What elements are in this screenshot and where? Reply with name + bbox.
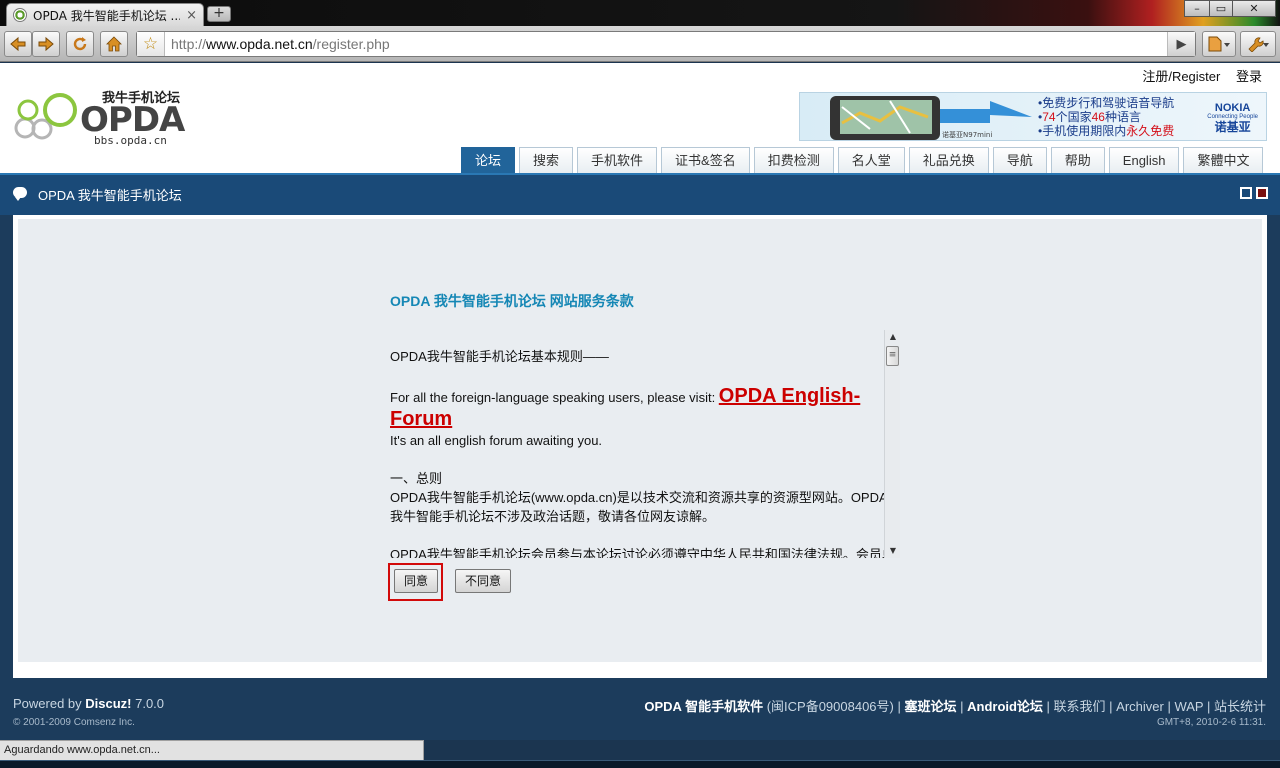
banner-line-1: 免费步行和驾驶语音导航 (1038, 96, 1174, 110)
tab-close-icon[interactable]: × (186, 8, 197, 23)
nav-tab-gifts[interactable]: 礼品兑换 (908, 147, 989, 173)
footer-stats-link[interactable]: 站长统计 (1214, 699, 1266, 714)
home-button[interactable] (100, 31, 128, 57)
terms-heading: OPDA我牛智能手机论坛基本规则—— (390, 349, 609, 364)
breadcrumb-bar: OPDA 我牛智能手机论坛 (0, 173, 1280, 215)
browser-toolbar: ☆ http://www.opda.net.cn/register.php ▶ (0, 26, 1280, 62)
footer-symbian-link[interactable]: 塞班论坛 (904, 699, 956, 714)
nokia-ad-banner[interactable]: 诺基亚N97mini 免费步行和驾驶语音导航 74个国家46种语言 手机使用期限… (799, 92, 1267, 141)
wrench-icon (1248, 37, 1269, 52)
nav-tab-english[interactable]: English (1108, 147, 1180, 173)
style-switch-red-icon[interactable] (1256, 187, 1268, 199)
register-panel: OPDA 我牛智能手机论坛 网站服务条款 OPDA我牛智能手机论坛基本规则—— … (18, 219, 1262, 662)
page-menu-button[interactable] (1202, 31, 1236, 57)
nav-tab-certificate[interactable]: 证书&签名 (661, 147, 750, 173)
footer-android-link[interactable]: Android论坛 (967, 699, 1043, 714)
breadcrumb[interactable]: OPDA 我牛智能手机论坛 (38, 185, 182, 204)
nav-tab-navigation[interactable]: 导航 (992, 147, 1047, 173)
terms-scrollbar[interactable]: ▲ ≡ ▼ (884, 330, 900, 558)
discuz-link[interactable]: Discuz! (85, 696, 131, 711)
section-1-title: 一、总则 (390, 471, 443, 486)
address-bar[interactable]: ☆ http://www.opda.net.cn/register.php ▶ (136, 31, 1196, 57)
main-content: OPDA 我牛智能手机论坛 网站服务条款 OPDA我牛智能手机论坛基本规则—— … (13, 215, 1267, 678)
banner-line-2: 74个国家46种语言 (1038, 110, 1174, 124)
terms-textarea[interactable]: OPDA我牛智能手机论坛基本规则—— For all the foreign-l… (390, 330, 900, 558)
maximize-button[interactable]: ▭ (1209, 0, 1233, 17)
site-favicon-icon (13, 8, 27, 22)
foreign-note: For all the foreign-language speaking us… (390, 385, 861, 430)
forward-icon (38, 36, 54, 52)
tab-title: OPDA 我牛智能手机论坛 ... (33, 8, 181, 23)
style-switch-light-icon[interactable] (1240, 187, 1252, 199)
banner-text: 免费步行和驾驶语音导航 74个国家46种语言 手机使用期限内永久免费 (1038, 96, 1174, 138)
forward-button[interactable] (32, 31, 60, 57)
nav-tab-help[interactable]: 帮助 (1050, 147, 1105, 173)
url-text[interactable]: http://www.opda.net.cn/register.php (165, 36, 390, 52)
bookmark-star-icon[interactable]: ☆ (137, 32, 165, 56)
go-icon[interactable]: ▶ (1167, 32, 1195, 56)
scroll-down-arrow-icon[interactable]: ▼ (885, 544, 901, 558)
nav-tab-hall-of-fame[interactable]: 名人堂 (837, 147, 905, 173)
close-window-button[interactable]: ✕ (1232, 0, 1276, 17)
new-tab-button[interactable]: + (207, 6, 231, 22)
nav-tab-fee-check[interactable]: 扣费检测 (753, 147, 834, 173)
footer-links: OPDA 智能手机软件 (闽ICP备09008406号) | 塞班论坛 | An… (644, 699, 1266, 714)
banner-device-label: 诺基亚N97mini (942, 130, 992, 139)
footer-wap-link[interactable]: WAP (1174, 699, 1203, 714)
minimize-button[interactable]: – (1184, 0, 1210, 17)
nav-tab-software[interactable]: 手机软件 (577, 147, 658, 173)
login-link[interactable]: 登录 (1236, 69, 1262, 84)
phone-map-image: 诺基亚N97mini (830, 96, 1032, 140)
home-icon (106, 36, 122, 52)
site-header: 注册/Register 登录 我牛手机论坛 OPDA bbs.opda.cn 诺… (0, 63, 1280, 173)
scroll-thumb[interactable]: ≡ (886, 346, 899, 366)
browser-tab[interactable]: OPDA 我牛智能手机论坛 ... × (6, 3, 204, 26)
opda-logo[interactable]: 我牛手机论坛 OPDA bbs.opda.cn (14, 88, 204, 150)
reload-button[interactable] (66, 31, 94, 57)
register-link[interactable]: 注册/Register (1142, 69, 1220, 84)
section-1-body: OPDA我牛智能手机论坛(www.opda.cn)是以技术交流和资源共享的资源型… (390, 490, 888, 524)
agree-button[interactable]: 同意 (394, 569, 438, 593)
nav-tab-forum[interactable]: 论坛 (461, 147, 516, 173)
site-footer: Powered by Discuz! 7.0.0 © 2001-2009 Com… (0, 687, 1280, 740)
back-icon (10, 36, 26, 52)
footer-software-link[interactable]: OPDA 智能手机软件 (644, 699, 763, 714)
terms-title: OPDA 我牛智能手机论坛 网站服务条款 (390, 293, 634, 309)
main-wrapper: OPDA 我牛智能手机论坛 网站服务条款 OPDA我牛智能手机论坛基本规则—— … (0, 215, 1280, 687)
reload-icon (73, 37, 87, 51)
speech-bubble-icon (13, 187, 27, 201)
footer-contact-link[interactable]: 联系我们 (1054, 699, 1106, 714)
back-button[interactable] (4, 31, 32, 57)
nokia-logo: NOKIA Connecting People 诺基亚 (1207, 102, 1258, 134)
banner-line-3: 手机使用期限内永久免费 (1038, 124, 1174, 138)
english-note: It's an all english forum awaiting you. (390, 433, 603, 448)
section-1-body-2: OPDA我牛智能手机论坛会员参与本论坛讨论必须遵守中华人民共和国法律法规。会员单… (390, 547, 900, 558)
main-nav: 论坛 搜索 手机软件 证书&签名 扣费检测 名人堂 礼品兑换 导航 帮助 Eng… (461, 147, 1264, 173)
powered-by: Powered by Discuz! 7.0.0 (13, 696, 165, 711)
scroll-up-arrow-icon[interactable]: ▲ (885, 330, 901, 344)
web-page: 注册/Register 登录 我牛手机论坛 OPDA bbs.opda.cn 诺… (0, 63, 1280, 740)
page-menu-icon (1208, 36, 1230, 52)
server-time: GMT+8, 2010-2-6 11:31. (1156, 717, 1266, 728)
logo-domain: bbs.opda.cn (94, 134, 167, 147)
top-links: 注册/Register 登录 (1130, 66, 1262, 85)
nav-tab-traditional[interactable]: 繁體中文 (1183, 147, 1264, 173)
nav-tab-search[interactable]: 搜索 (519, 147, 574, 173)
copyright: © 2001-2009 Comsenz Inc. (13, 717, 135, 728)
browser-titlebar: OPDA 我牛智能手机论坛 ... × + – ▭ ✕ (0, 0, 1280, 26)
os-taskbar (0, 760, 1280, 768)
disagree-button[interactable]: 不同意 (455, 569, 511, 593)
browser-status-bar: Aguardando www.opda.net.cn... (0, 740, 424, 760)
wrench-menu-button[interactable] (1240, 31, 1276, 57)
footer-archiver-link[interactable]: Archiver (1116, 699, 1164, 714)
